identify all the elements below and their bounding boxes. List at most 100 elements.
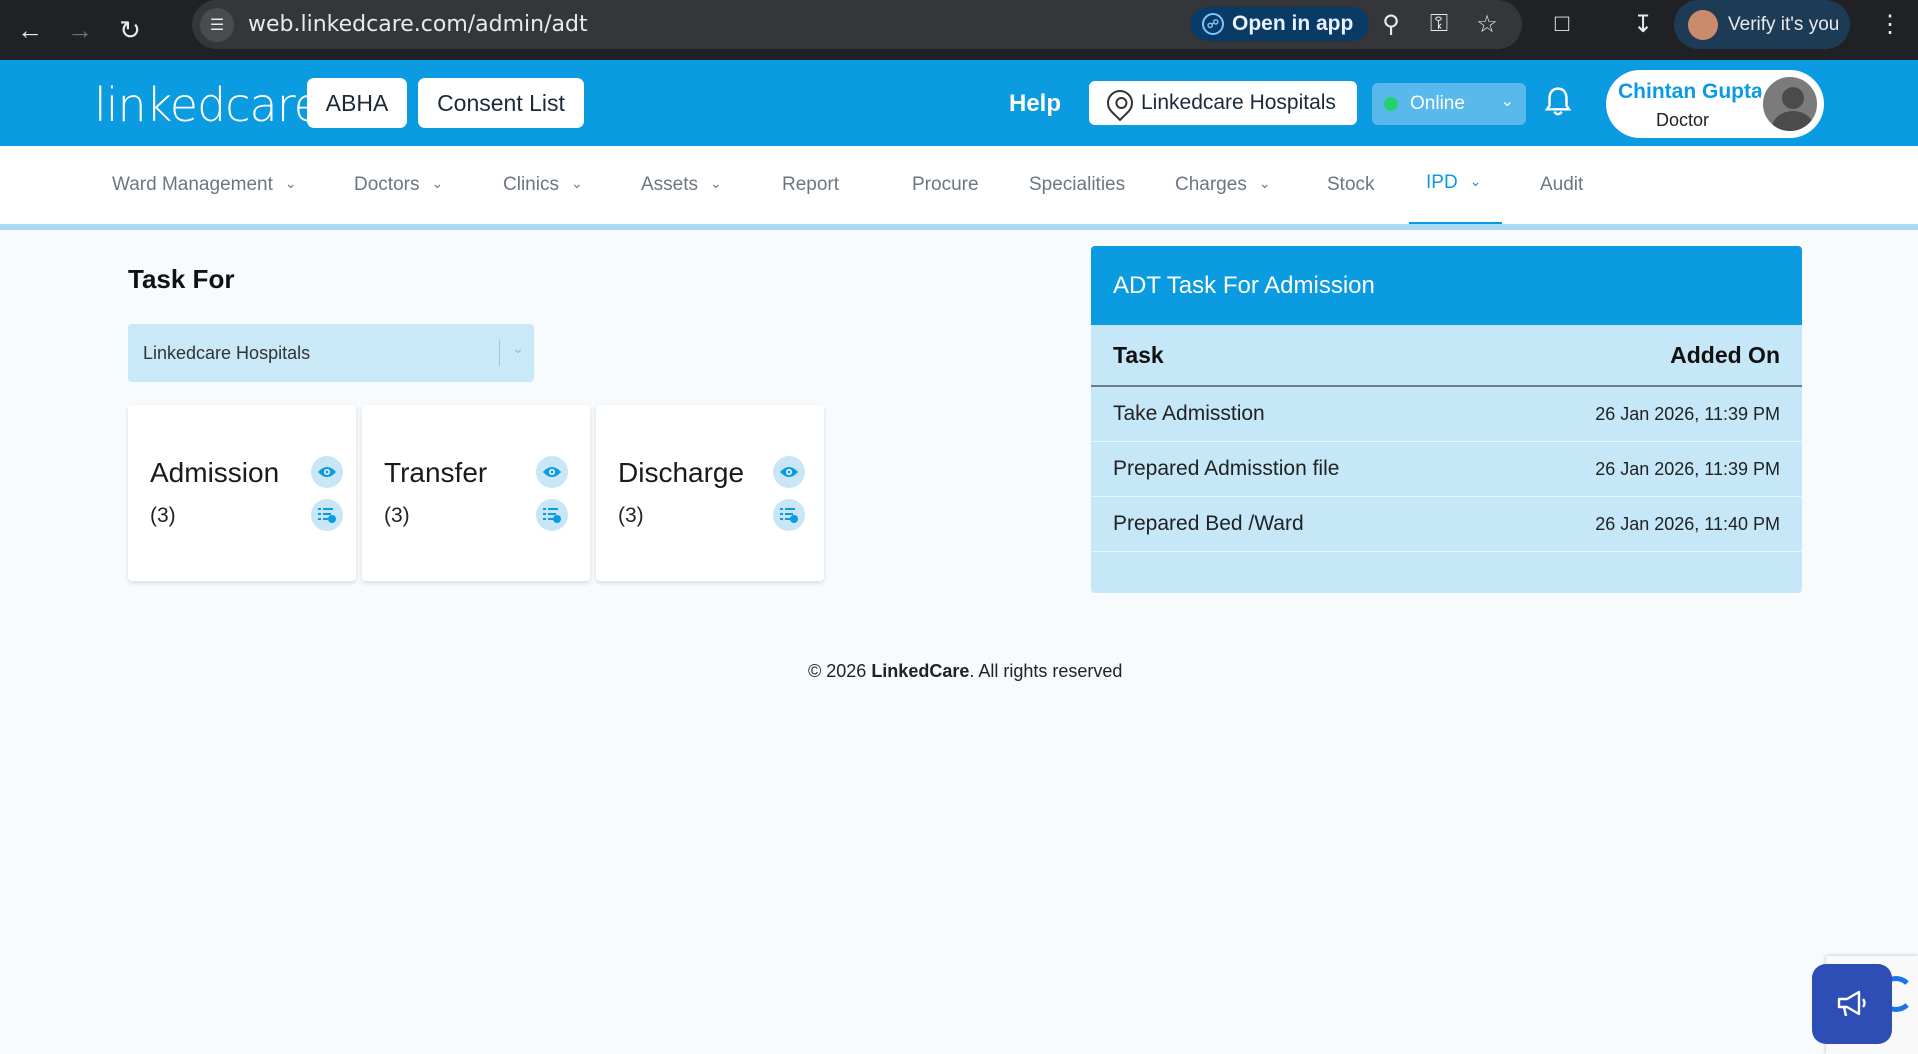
open-in-app-button[interactable]: ☍ Open in app	[1190, 7, 1370, 41]
nav-label: IPD	[1426, 172, 1458, 193]
nav-label: Report	[782, 174, 840, 195]
chevron-down-icon: ⌄	[710, 175, 722, 191]
table-row[interactable]: Prepared Admisstion file 26 Jan 2026, 11…	[1091, 442, 1802, 497]
column-task: Task	[1113, 341, 1164, 368]
discharge-card[interactable]: Discharge (3)	[596, 405, 824, 581]
chevron-down-icon: ⌄	[570, 175, 583, 191]
site-settings-icon[interactable]: ☰	[200, 7, 234, 42]
back-icon[interactable]: ←	[10, 10, 50, 50]
card-count: (3)	[384, 504, 410, 527]
eye-icon[interactable]	[536, 456, 568, 488]
nav-stock[interactable]: Stock	[1327, 174, 1375, 196]
bookmark-star-icon[interactable]: ☆	[1472, 10, 1502, 39]
nav-ipd[interactable]: IPD ⌄	[1426, 172, 1481, 194]
help-link[interactable]: Help	[1009, 90, 1061, 118]
user-role: Doctor	[1656, 110, 1710, 130]
card-count: (3)	[618, 504, 644, 527]
zoom-icon[interactable]: ⚲	[1376, 10, 1406, 39]
adt-task-panel: ADT Task For Admission Task Added On Tak…	[1091, 246, 1802, 593]
hospital-select[interactable]: Linkedcare Hospitals ⌄	[128, 324, 534, 382]
nav-label: Procure	[912, 174, 979, 195]
megaphone-icon	[1837, 990, 1866, 1017]
eye-icon[interactable]	[773, 456, 805, 488]
abha-button[interactable]: ABHA	[307, 78, 407, 128]
select-divider	[499, 340, 500, 366]
task-date: 26 Jan 2026, 11:39 PM	[1595, 403, 1780, 424]
nav-clinics[interactable]: Clinics ⌄	[503, 174, 583, 196]
card-count: (3)	[150, 504, 176, 527]
adt-table-header: Task Added On	[1091, 325, 1802, 387]
nav-label: Ward Management	[112, 174, 273, 195]
table-row[interactable]: Take Admisstion 26 Jan 2026, 11:39 PM	[1091, 387, 1802, 442]
logo[interactable]: linkedcare	[94, 78, 322, 132]
url-text[interactable]: web.linkedcare.com/admin/adt	[248, 12, 588, 37]
footer-suffix: . All rights reserved	[969, 661, 1123, 681]
task-date: 26 Jan 2026, 11:39 PM	[1595, 458, 1780, 479]
location-label: Linkedcare Hospitals	[1141, 91, 1336, 114]
verify-profile-button[interactable]: Verify it's you	[1674, 0, 1850, 49]
footer-brand: LinkedCare	[871, 661, 970, 681]
announcement-button[interactable]	[1812, 964, 1892, 1044]
chevron-down-icon: ⌄	[284, 175, 297, 191]
column-added-on: Added On	[1670, 341, 1780, 368]
reload-icon[interactable]: ↻	[110, 10, 150, 50]
nav-label: Clinics	[503, 174, 559, 195]
nav-doctors[interactable]: Doctors ⌄	[354, 174, 443, 196]
status-dropdown[interactable]: Online ⌄	[1372, 83, 1526, 125]
task-date: 26 Jan 2026, 11:40 PM	[1595, 513, 1780, 534]
browser-menu-icon[interactable]: ⋮	[1878, 10, 1902, 39]
status-label: Online	[1410, 93, 1465, 114]
adt-panel-title: ADT Task For Admission	[1091, 246, 1802, 325]
nav-report[interactable]: Report	[782, 174, 839, 196]
card-label: Admission	[150, 457, 280, 488]
nav-label: Assets	[641, 174, 699, 195]
location-pin-icon	[1101, 84, 1139, 122]
verify-label: Verify it's you	[1728, 13, 1840, 35]
chevron-down-icon: ⌄	[1258, 175, 1271, 191]
browser-toolbar: ← → ↻ ☰ web.linkedcare.com/admin/adt ☍ O…	[0, 0, 1918, 60]
footer: © 2026 LinkedCare. All rights reserved	[808, 661, 1122, 682]
task-list-icon[interactable]	[773, 499, 805, 531]
nav-audit[interactable]: Audit	[1540, 174, 1583, 196]
nav-label: Charges	[1175, 174, 1247, 195]
nav-divider	[0, 224, 1918, 230]
location-selector[interactable]: Linkedcare Hospitals	[1089, 81, 1357, 125]
footer-prefix: © 2026	[808, 661, 872, 681]
task-name: Prepared Admisstion file	[1113, 457, 1340, 480]
chevron-down-icon: ⌄	[1500, 93, 1514, 110]
nav-assets[interactable]: Assets ⌄	[641, 174, 722, 196]
online-dot	[1384, 97, 1398, 111]
transfer-card[interactable]: Transfer (3)	[362, 405, 590, 581]
consent-list-button[interactable]: Consent List	[418, 78, 584, 128]
nav-label: Doctors	[354, 174, 420, 195]
task-name: Take Admisstion	[1113, 402, 1265, 425]
extensions-icon[interactable]: □	[1547, 10, 1577, 38]
nav-label: Specialities	[1029, 174, 1126, 195]
nav-procure[interactable]: Procure	[912, 174, 979, 196]
chevron-down-icon: ⌄	[512, 340, 524, 356]
profile-avatar	[1688, 9, 1718, 40]
eye-icon[interactable]	[311, 456, 343, 488]
task-list-icon[interactable]	[311, 499, 343, 531]
nav-specialities[interactable]: Specialities	[1029, 174, 1125, 196]
table-row[interactable]: Prepared Bed /Ward 26 Jan 2026, 11:40 PM	[1091, 497, 1802, 552]
card-label: Transfer	[384, 457, 488, 488]
chevron-down-icon: ⌄	[431, 175, 444, 191]
avatar	[1760, 74, 1820, 134]
key-icon[interactable]: ⚿	[1424, 10, 1454, 38]
nav-label: Audit	[1540, 174, 1584, 195]
forward-icon[interactable]: →	[60, 10, 100, 50]
notification-bell-icon[interactable]	[1543, 85, 1573, 119]
task-name: Prepared Bed /Ward	[1113, 512, 1304, 535]
task-for-title: Task For	[128, 264, 235, 294]
open-in-app-label: Open in app	[1232, 12, 1354, 35]
download-icon[interactable]: ↧	[1628, 10, 1658, 39]
open-app-icon: ☍	[1202, 13, 1224, 35]
task-list-icon[interactable]	[536, 499, 568, 531]
user-profile[interactable]: Chintan Gupta Doctor	[1606, 70, 1824, 138]
nav-charges[interactable]: Charges ⌄	[1175, 174, 1271, 196]
card-label: Discharge	[618, 457, 745, 488]
nav-label: Stock	[1327, 174, 1375, 195]
nav-ward-management[interactable]: Ward Management ⌄	[112, 174, 297, 196]
admission-card[interactable]: Admission (3)	[128, 405, 356, 581]
